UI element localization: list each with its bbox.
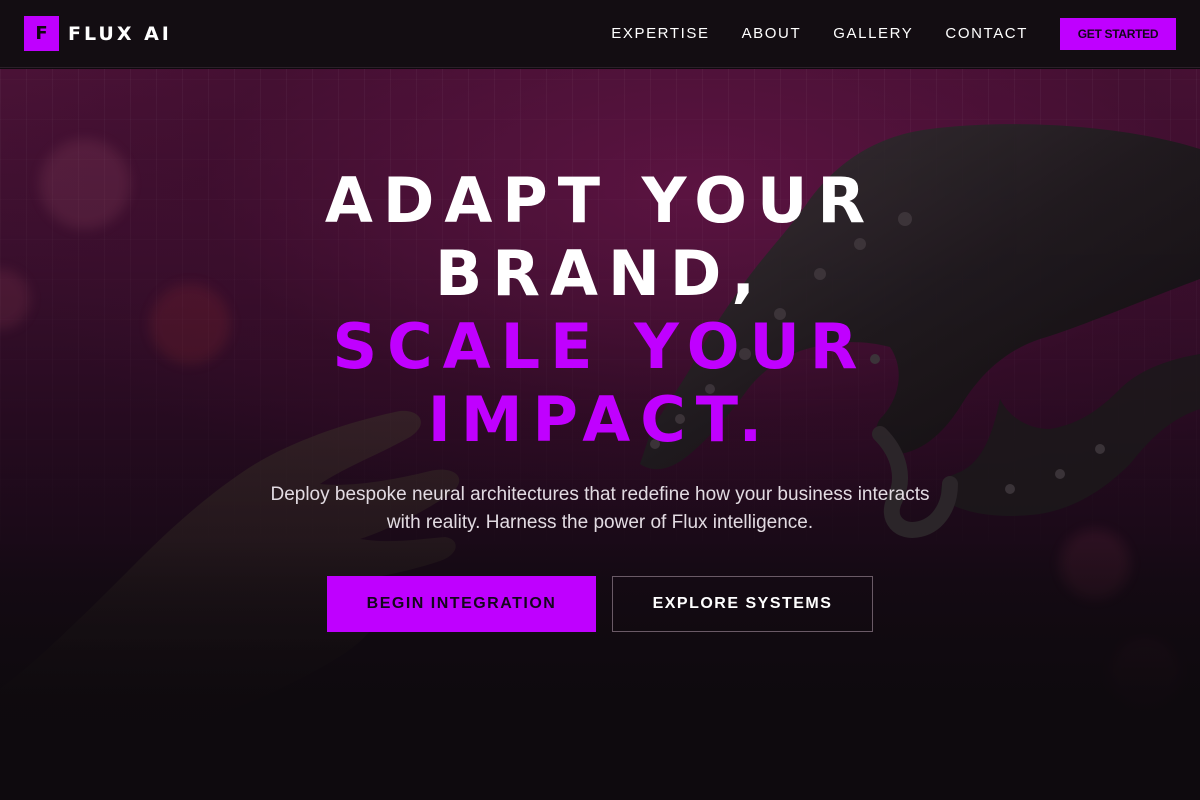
- headline-line-3: SCALE YOUR: [332, 310, 868, 383]
- nav-link-about[interactable]: ABOUT: [742, 25, 802, 42]
- hero-headline: ADAPT YOUR BRAND, SCALE YOUR IMPACT.: [0, 164, 1200, 456]
- hero-subtext: Deploy bespoke neural architectures that…: [270, 484, 930, 533]
- begin-integration-button[interactable]: BEGIN INTEGRATION: [327, 576, 596, 632]
- brand-name: FLUX AI: [68, 22, 172, 45]
- bottom-fade: [0, 540, 1200, 800]
- logo-letter: F: [35, 23, 48, 44]
- logo-mark-icon: F: [24, 16, 59, 51]
- headline-line-1: ADAPT YOUR: [324, 164, 876, 237]
- brand-logo[interactable]: F FLUX AI: [24, 16, 172, 51]
- main-nav: EXPERTISE ABOUT GALLERY CONTACT GET STAR…: [611, 17, 1176, 50]
- headline-line-4: IMPACT.: [427, 383, 773, 456]
- nav-link-expertise[interactable]: EXPERTISE: [611, 25, 709, 42]
- nav-link-contact[interactable]: CONTACT: [945, 25, 1028, 42]
- headline-line-2: BRAND,: [435, 237, 765, 310]
- explore-systems-button[interactable]: EXPLORE SYSTEMS: [612, 576, 873, 632]
- hero-section: ADAPT YOUR BRAND, SCALE YOUR IMPACT. Dep…: [0, 69, 1200, 800]
- nav-link-gallery[interactable]: GALLERY: [833, 25, 913, 42]
- get-started-button[interactable]: GET STARTED: [1060, 17, 1176, 50]
- site-header: F FLUX AI EXPERTISE ABOUT GALLERY CONTAC…: [0, 0, 1200, 68]
